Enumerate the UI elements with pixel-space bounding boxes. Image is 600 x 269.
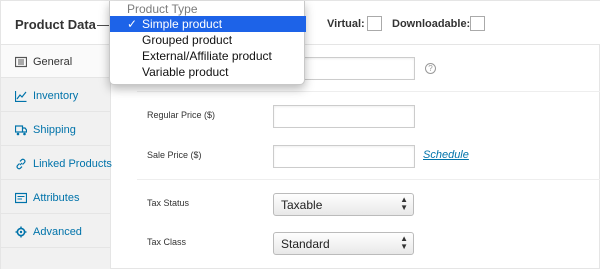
schedule-link[interactable]: Schedule xyxy=(423,149,469,161)
tab-label: Advanced xyxy=(33,226,82,238)
tab-inventory[interactable]: Inventory xyxy=(1,79,111,112)
regular-price-label: Regular Price ($) xyxy=(147,110,216,120)
checkmark-icon: ✓ xyxy=(127,17,138,31)
product-data-tabs: General Inventory Shipping Linked Produc… xyxy=(1,45,113,269)
tax-status-select[interactable]: Taxable ▲ ▼ xyxy=(273,193,414,216)
tab-linked-products[interactable]: Linked Products xyxy=(1,147,112,180)
inventory-icon xyxy=(15,91,27,102)
tax-class-select[interactable]: Standard ▲ ▼ xyxy=(273,232,414,255)
tab-attributes[interactable]: Attributes xyxy=(1,181,111,214)
tab-label: Shipping xyxy=(33,124,76,136)
select-arrows-icon: ▲ ▼ xyxy=(400,234,408,251)
sale-price-input[interactable] xyxy=(273,145,415,168)
tab-label: Inventory xyxy=(33,90,79,102)
divider xyxy=(137,179,600,180)
option-grouped-product[interactable]: Grouped product xyxy=(110,32,306,48)
divider xyxy=(137,91,600,92)
tax-class-label: Tax Class xyxy=(147,237,187,247)
option-label: Variable product xyxy=(142,65,229,79)
attributes-icon xyxy=(15,192,27,204)
option-label: Grouped product xyxy=(142,33,233,47)
general-icon xyxy=(15,56,27,68)
panel-title: Product Data xyxy=(15,17,96,32)
regular-price-input[interactable] xyxy=(273,105,415,128)
option-variable-product[interactable]: Variable product xyxy=(110,64,306,80)
downloadable-checkbox[interactable] xyxy=(470,16,485,31)
tab-label: Attributes xyxy=(33,192,80,204)
tax-class-value: Standard xyxy=(281,237,330,251)
tab-label: Linked Products xyxy=(33,158,112,170)
link-icon xyxy=(16,158,26,170)
option-simple-product[interactable]: ✓ Simple product xyxy=(110,16,306,32)
product-data-panel: Product Data — Virtual: Downloadable: Ge… xyxy=(0,0,600,269)
sale-price-label: Sale Price ($) xyxy=(147,150,202,160)
truck-icon xyxy=(15,125,27,136)
virtual-checkbox[interactable] xyxy=(367,16,382,31)
help-icon[interactable]: ? xyxy=(425,63,436,74)
option-label: Simple product xyxy=(142,17,223,31)
select-arrows-icon: ▲ ▼ xyxy=(400,195,408,212)
tax-status-label: Tax Status xyxy=(147,198,190,208)
virtual-label: Virtual: xyxy=(327,18,365,30)
downloadable-label: Downloadable: xyxy=(392,18,471,30)
tab-advanced[interactable]: Advanced xyxy=(1,215,111,248)
option-external-affiliate-product[interactable]: External/Affiliate product xyxy=(110,48,306,64)
gear-icon xyxy=(15,226,27,238)
tab-shipping[interactable]: Shipping xyxy=(1,113,111,146)
tax-status-value: Taxable xyxy=(281,198,323,212)
option-label: External/Affiliate product xyxy=(142,49,272,63)
product-type-dropdown[interactable]: Product Type ✓ Simple product Grouped pr… xyxy=(109,1,306,85)
tab-label: General xyxy=(33,56,73,68)
dropdown-title: Product Type xyxy=(127,2,198,16)
tab-general[interactable]: General xyxy=(1,45,113,78)
